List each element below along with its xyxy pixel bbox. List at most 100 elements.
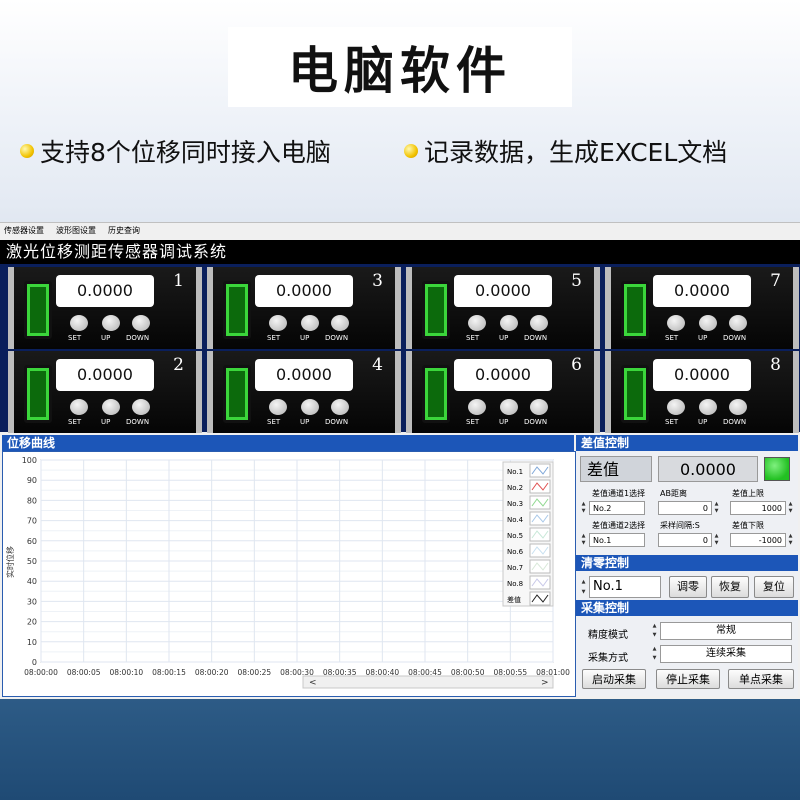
meter-down-button[interactable] — [530, 315, 548, 331]
diff-indicator — [764, 457, 790, 481]
meter-value: 0.0000 — [454, 359, 552, 391]
single-acq-button[interactable]: 单点采集 — [728, 669, 794, 689]
legend-label: No.4 — [507, 516, 524, 524]
upper-spinner[interactable]: ▲ ▼ — [787, 501, 794, 515]
scroll-left-icon[interactable]: < — [309, 678, 317, 688]
meter-5: 0.0000 5 SET UP DOWN — [406, 267, 600, 349]
lower-spinner[interactable]: ▲ ▼ — [787, 533, 794, 547]
meter-down-button[interactable] — [331, 315, 349, 331]
lower-label: 差值下限 — [732, 521, 764, 530]
meter-set-label: SET — [267, 334, 281, 342]
meter-3: 0.0000 3 SET UP DOWN — [207, 267, 401, 349]
meter-number: 6 — [571, 355, 582, 375]
meter-set-button[interactable] — [667, 399, 685, 415]
ch1-spinner[interactable]: ▲ ▼ — [580, 501, 587, 515]
meter-up-button[interactable] — [699, 315, 717, 331]
meter-set-label: SET — [665, 334, 679, 342]
meter-up-label: UP — [499, 418, 509, 426]
diff-value: 0.0000 — [658, 456, 758, 482]
ab-distance-field[interactable]: 0 — [658, 501, 712, 515]
meter-6: 0.0000 6 SET UP DOWN — [406, 351, 600, 433]
ch1-select[interactable]: No.2 — [589, 501, 645, 515]
precision-select[interactable]: 常规 — [660, 622, 792, 640]
meter-up-button[interactable] — [301, 399, 319, 415]
x-tick-label: 08:00:00 — [24, 668, 58, 677]
ch2-select[interactable]: No.1 — [589, 533, 645, 547]
meter-down-button[interactable] — [132, 315, 150, 331]
led-indicator-icon — [223, 281, 251, 339]
restore-button[interactable]: 恢复 — [711, 576, 749, 598]
interval-field[interactable]: 0 — [658, 533, 712, 547]
meter-down-button[interactable] — [530, 399, 548, 415]
meter-set-label: SET — [665, 418, 679, 426]
meter-up-label: UP — [300, 334, 310, 342]
meter-set-button[interactable] — [269, 399, 287, 415]
menu-history[interactable]: 历史查询 — [108, 225, 140, 236]
ab-spinner[interactable]: ▲ ▼ — [713, 501, 720, 515]
ch1-label: 差值通道1选择 — [592, 489, 646, 498]
x-tick-label: 08:00:15 — [152, 668, 186, 677]
meter-up-button[interactable] — [301, 315, 319, 331]
scroll-right-icon[interactable]: > — [541, 678, 549, 688]
meter-2: 0.0000 2 SET UP DOWN — [8, 351, 202, 433]
zero-channel-spinner[interactable]: ▲ ▼ — [580, 577, 587, 597]
meter-number: 2 — [173, 355, 184, 375]
meter-down-button[interactable] — [729, 315, 747, 331]
led-indicator-icon — [24, 281, 52, 339]
mode-select[interactable]: 连续采集 — [660, 645, 792, 663]
meter-up-button[interactable] — [699, 399, 717, 415]
diff-header: 差值控制 — [576, 435, 798, 451]
meter-set-button[interactable] — [468, 315, 486, 331]
ch2-spinner[interactable]: ▲ ▼ — [580, 533, 587, 547]
meter-set-button[interactable] — [269, 315, 287, 331]
meter-up-button[interactable] — [500, 315, 518, 331]
legend-label: No.1 — [507, 468, 523, 476]
meter-value: 0.0000 — [255, 275, 353, 307]
meter-value: 0.0000 — [56, 359, 154, 391]
meter-down-label: DOWN — [126, 334, 150, 342]
y-tick-label: 60 — [27, 537, 37, 546]
h-scrollbar[interactable] — [302, 675, 554, 689]
meter-down-label: DOWN — [325, 334, 349, 342]
y-tick-label: 80 — [27, 496, 37, 505]
plot-area: 100 90 80 70 60 50 40 30 20 10 0 08:00:00 08:00:05 08… — [2, 451, 576, 697]
interval-spinner[interactable]: ▲ ▼ — [713, 533, 720, 547]
meter-set-button[interactable] — [70, 399, 88, 415]
y-tick-label: 40 — [27, 577, 37, 586]
zero-button[interactable]: 调零 — [669, 576, 707, 598]
reset-button[interactable]: 复位 — [754, 576, 794, 598]
mode-spinner[interactable]: ▲ ▼ — [651, 645, 658, 663]
menu-sensor-settings[interactable]: 传感器设置 — [4, 225, 44, 236]
led-indicator-icon — [621, 365, 649, 423]
meter-set-button[interactable] — [667, 315, 685, 331]
y-tick-label: 50 — [27, 557, 37, 566]
upper-limit-field[interactable]: 1000 — [730, 501, 786, 515]
meter-down-button[interactable] — [331, 399, 349, 415]
banner-title: 电脑软件 — [288, 42, 512, 100]
meter-up-button[interactable] — [102, 315, 120, 331]
acq-panel: 精度模式 ▲ ▼ 常规 采集方式 ▲ ▼ 连续采集 启动采集 停止采集 单点采集 — [576, 616, 798, 696]
meter-up-label: UP — [698, 334, 708, 342]
meter-down-button[interactable] — [729, 399, 747, 415]
meter-up-button[interactable] — [500, 399, 518, 415]
zero-channel-select[interactable]: No.1 — [589, 576, 661, 598]
legend-label: No.2 — [507, 484, 523, 492]
meter-set-button[interactable] — [70, 315, 88, 331]
precision-label: 精度模式 — [588, 630, 628, 641]
precision-spinner[interactable]: ▲ ▼ — [651, 622, 658, 640]
app-title: 激光位移测距传感器调试系统 — [6, 242, 228, 261]
stop-acq-button[interactable]: 停止采集 — [656, 669, 720, 689]
meter-set-button[interactable] — [468, 399, 486, 415]
meter-up-button[interactable] — [102, 399, 120, 415]
feature-2-text: 记录数据，生成EXCEL文档 — [424, 138, 728, 167]
meter-down-button[interactable] — [132, 399, 150, 415]
led-indicator-icon — [422, 281, 450, 339]
meter-number: 4 — [372, 355, 383, 375]
app-window: 传感器设置 波形图设置 历史查询 激光位移测距传感器调试系统 0.0000 1 SE… — [0, 222, 800, 699]
menu-waveform-settings[interactable]: 波形图设置 — [56, 225, 96, 236]
meter-down-label: DOWN — [524, 418, 548, 426]
y-tick-label: 10 — [27, 638, 37, 647]
lower-limit-field[interactable]: -1000 — [730, 533, 786, 547]
x-tick-label: 08:00:20 — [195, 668, 229, 677]
start-acq-button[interactable]: 启动采集 — [582, 669, 646, 689]
